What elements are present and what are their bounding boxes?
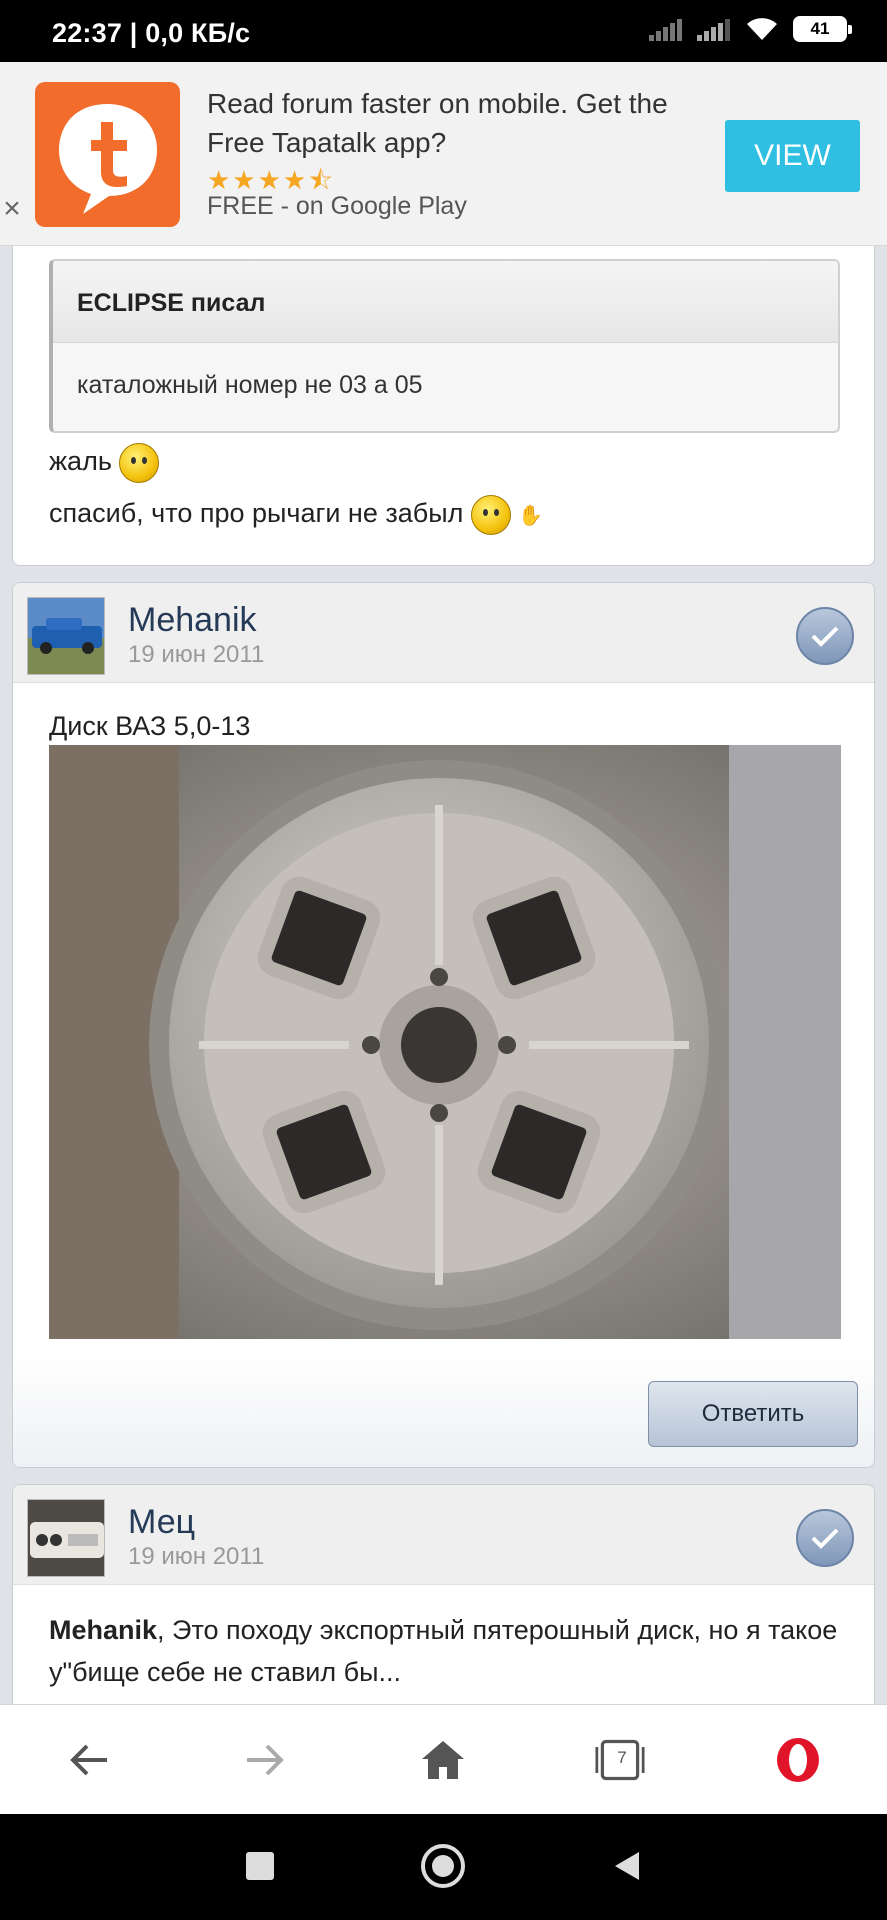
status-time: 22:37 | 0,0 КБ/с <box>52 18 251 48</box>
post-line: спасиб, что про рычаги не забыл ✋ <box>49 495 543 535</box>
waving-smiley-icon <box>470 495 511 535</box>
post-text: спасиб, что про рычаги не забыл <box>49 498 464 529</box>
post-card: ECLIPSE писал каталожный номер не 03 а 0… <box>12 246 875 566</box>
post-line: жаль <box>49 443 160 483</box>
post-text: , Это походу экспортный пятерошный диск,… <box>49 1615 838 1687</box>
post-footer: Ответить <box>13 1353 874 1467</box>
status-bar: 22:37 | 0,0 КБ/с 41 <box>0 0 887 62</box>
system-nav-bar <box>0 1814 887 1920</box>
home-circle-icon[interactable] <box>421 1844 465 1888</box>
post-card: Mehanik 19 июн 2011 Диск ВАЗ 5,0-13 Отве… <box>12 582 875 1468</box>
check-icon[interactable] <box>796 1509 854 1567</box>
tapatalk-logo <box>35 82 180 227</box>
sad-smiley-icon <box>119 443 160 483</box>
opera-icon[interactable] <box>773 1735 823 1785</box>
post-body: Mehanik, Это походу экспортный пятерошны… <box>49 1609 849 1693</box>
post-text: Диск ВАЗ 5,0-13 <box>49 711 251 741</box>
forum-thread: ECLIPSE писал каталожный номер не 03 а 0… <box>0 246 887 1704</box>
app-banner: × Read forum faster on mobile. Get the F… <box>0 62 887 246</box>
view-button[interactable]: VIEW <box>725 120 860 192</box>
status-icons: 41 <box>649 16 852 42</box>
post-text: жаль <box>49 446 112 477</box>
recents-icon[interactable] <box>246 1852 274 1880</box>
banner-store: FREE - on Google Play <box>207 192 467 220</box>
quote-block: ECLIPSE писал каталожный номер не 03 а 0… <box>49 259 840 433</box>
tabs-icon[interactable]: 7 <box>595 1735 645 1785</box>
browser-bottom-bar: 7 <box>0 1704 887 1814</box>
wifi-icon <box>747 18 777 40</box>
check-icon[interactable] <box>796 607 854 665</box>
tabs-count: 7 <box>617 1748 627 1767</box>
post-header: Mehanik 19 июн 2011 <box>13 583 874 683</box>
post-image-wheel[interactable] <box>49 745 841 1339</box>
back-icon[interactable] <box>64 1735 114 1785</box>
post-card: Мец 19 июн 2011 Mehanik, Это походу эксп… <box>12 1484 875 1704</box>
mention-link[interactable]: Mehanik <box>49 1615 157 1645</box>
post-date: 19 июн 2011 <box>128 1543 265 1570</box>
avatar[interactable] <box>27 597 105 675</box>
forward-icon[interactable] <box>240 1735 290 1785</box>
avatar[interactable] <box>27 1499 105 1577</box>
signal-icon-2 <box>697 19 730 41</box>
home-icon[interactable] <box>418 1735 468 1785</box>
hand-icon: ✋ <box>518 505 544 528</box>
reply-button[interactable]: Ответить <box>648 1381 858 1447</box>
close-icon[interactable]: × <box>0 194 24 224</box>
quote-text: каталожный номер не 03 а 05 <box>77 371 423 399</box>
post-date: 19 июн 2011 <box>128 641 265 668</box>
battery-icon: 41 <box>793 16 852 42</box>
quote-author: ECLIPSE писал <box>53 261 838 343</box>
post-username[interactable]: Мец <box>128 1503 195 1542</box>
signal-icon <box>649 19 682 41</box>
post-header: Мец 19 июн 2011 <box>13 1485 874 1585</box>
banner-title: Read forum faster on mobile. Get the Fre… <box>207 88 668 158</box>
post-username[interactable]: Mehanik <box>128 601 257 640</box>
back-triangle-icon[interactable] <box>611 1850 641 1887</box>
